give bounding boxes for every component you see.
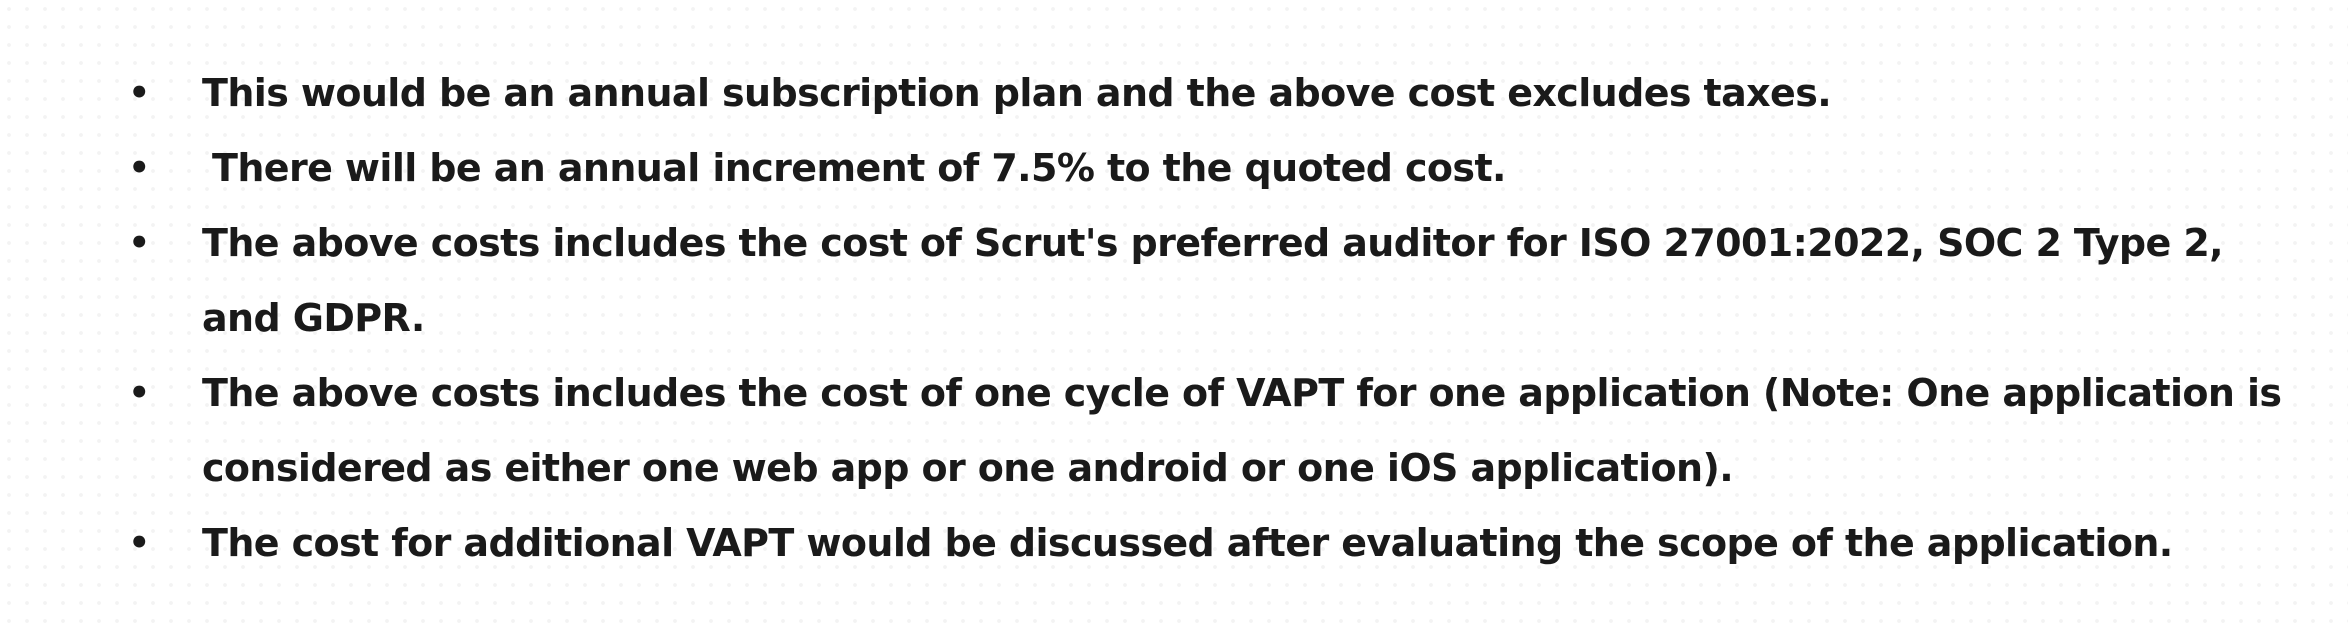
terms-bullet-list: • This would be an annual subscription p…	[0, 56, 2348, 581]
list-item: • This would be an annual subscription p…	[0, 56, 2302, 131]
list-item: • The cost for additional VAPT would be …	[0, 506, 2302, 581]
bullet-text: The above costs includes the cost of Scr…	[202, 221, 2224, 340]
list-item: • The above costs includes the cost of S…	[0, 206, 2302, 356]
bullet-text: This would be an annual subscription pla…	[202, 71, 1832, 115]
bullet-text: There will be an annual increment of 7.5…	[212, 146, 1506, 190]
bullet-icon: •	[128, 373, 150, 413]
list-item: • There will be an annual increment of 7…	[0, 131, 2302, 206]
bullet-icon: •	[128, 523, 150, 563]
bullet-icon: •	[128, 223, 150, 263]
bullet-text: The above costs includes the cost of one…	[202, 371, 2282, 490]
bullet-icon: •	[128, 148, 150, 188]
list-item: • The above costs includes the cost of o…	[0, 356, 2302, 506]
document-page: • This would be an annual subscription p…	[0, 0, 2348, 629]
bullet-text: The cost for additional VAPT would be di…	[202, 521, 2173, 565]
bullet-icon: •	[128, 73, 150, 113]
